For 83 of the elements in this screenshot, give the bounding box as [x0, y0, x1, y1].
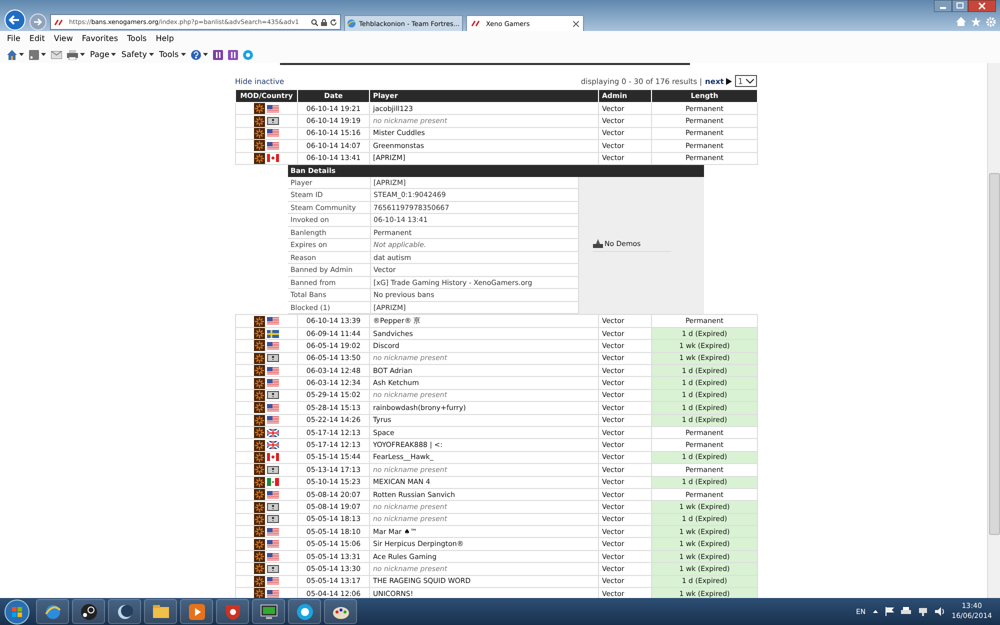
- game-icon: [254, 514, 265, 525]
- minimize-button[interactable]: [934, 0, 952, 12]
- caret-icon: [41, 53, 46, 56]
- caret-icon: [80, 53, 85, 56]
- game-icon: [254, 316, 265, 327]
- taskbar-app[interactable]: [216, 599, 249, 624]
- folder-icon: [152, 602, 170, 620]
- caret-icon: [202, 53, 208, 56]
- menu-item[interactable]: View: [54, 34, 73, 43]
- printer-icon[interactable]: [900, 607, 911, 616]
- game-icon: [254, 128, 265, 139]
- help-icon[interactable]: [190, 50, 201, 60]
- triangle-icon: [726, 78, 732, 84]
- menu-item[interactable]: Edit: [29, 34, 45, 43]
- game-icon: [254, 476, 265, 488]
- game-icon: [254, 378, 265, 389]
- close-button[interactable]: [968, 0, 996, 12]
- crescent-icon: [116, 602, 134, 620]
- menu-item[interactable]: File: [7, 34, 20, 43]
- command-button[interactable]: Tools: [158, 50, 186, 59]
- shield-icon: [224, 602, 242, 620]
- star-icon[interactable]: [971, 17, 981, 27]
- game-icon: [254, 489, 265, 500]
- game-icon: [254, 526, 265, 538]
- game-icon: [254, 576, 265, 587]
- caret-icon: [746, 78, 754, 84]
- taskbar-app[interactable]: [324, 599, 357, 624]
- taskbar-app[interactable]: [72, 599, 105, 624]
- game-icon: [254, 365, 265, 376]
- demo-icon: [592, 239, 602, 248]
- speaker-icon[interactable]: [934, 607, 945, 616]
- game-icon: [254, 440, 265, 451]
- flag-icon[interactable]: [884, 607, 894, 616]
- game-icon: [254, 464, 265, 476]
- scrollbar-thumb[interactable]: [988, 173, 1000, 535]
- forward-button[interactable]: [29, 13, 47, 31]
- game-icon: [254, 116, 265, 127]
- caret-icon: [19, 53, 24, 56]
- printer-icon[interactable]: [67, 50, 78, 60]
- globe-icon: [44, 602, 62, 620]
- taskbar-app[interactable]: [252, 599, 285, 624]
- maximize-button[interactable]: [952, 0, 968, 12]
- menu-item[interactable]: Help: [156, 34, 174, 43]
- globe-icon: [347, 19, 356, 28]
- refresh-icon: [330, 18, 337, 26]
- game-icon: [254, 551, 265, 562]
- lock-icon: [321, 18, 327, 26]
- game-icon: [254, 402, 265, 414]
- back-button[interactable]: [4, 9, 26, 31]
- game-icon: [254, 502, 265, 512]
- monitor-icon: [260, 602, 278, 620]
- game-icon: [254, 414, 265, 426]
- caret-icon: [111, 53, 116, 56]
- game-icon: [254, 563, 265, 574]
- command-button[interactable]: Safety: [121, 50, 154, 59]
- command-button[interactable]: Page: [90, 50, 116, 59]
- game-icon: [254, 352, 265, 364]
- caret-icon[interactable]: [872, 610, 878, 613]
- menu-item[interactable]: Tools: [127, 34, 147, 43]
- home-icon[interactable]: [7, 50, 17, 60]
- close-icon[interactable]: [573, 20, 579, 26]
- taskbar-app[interactable]: [288, 599, 321, 624]
- game-icon: [254, 340, 265, 352]
- taskbar-app[interactable]: [180, 599, 213, 624]
- taskbar-app[interactable]: [108, 599, 141, 624]
- game-icon: [254, 427, 265, 438]
- game-icon: [254, 538, 265, 550]
- search-icon: [311, 18, 318, 26]
- page-select[interactable]: 1: [734, 75, 757, 87]
- game-icon: [254, 452, 265, 463]
- game-icon: [254, 588, 265, 598]
- mail-icon[interactable]: [51, 50, 62, 58]
- scrollbar[interactable]: [987, 63, 1000, 598]
- game-icon: [254, 103, 265, 114]
- game-icon: [254, 328, 265, 340]
- menu-item[interactable]: Favorites: [82, 34, 118, 43]
- game-icon: [254, 140, 265, 152]
- play-icon: [188, 602, 206, 620]
- game-icon: [254, 390, 265, 401]
- caret-icon: [180, 53, 186, 56]
- start-button[interactable]: [4, 598, 30, 624]
- caret-icon: [148, 53, 154, 56]
- game-icon: [254, 152, 265, 164]
